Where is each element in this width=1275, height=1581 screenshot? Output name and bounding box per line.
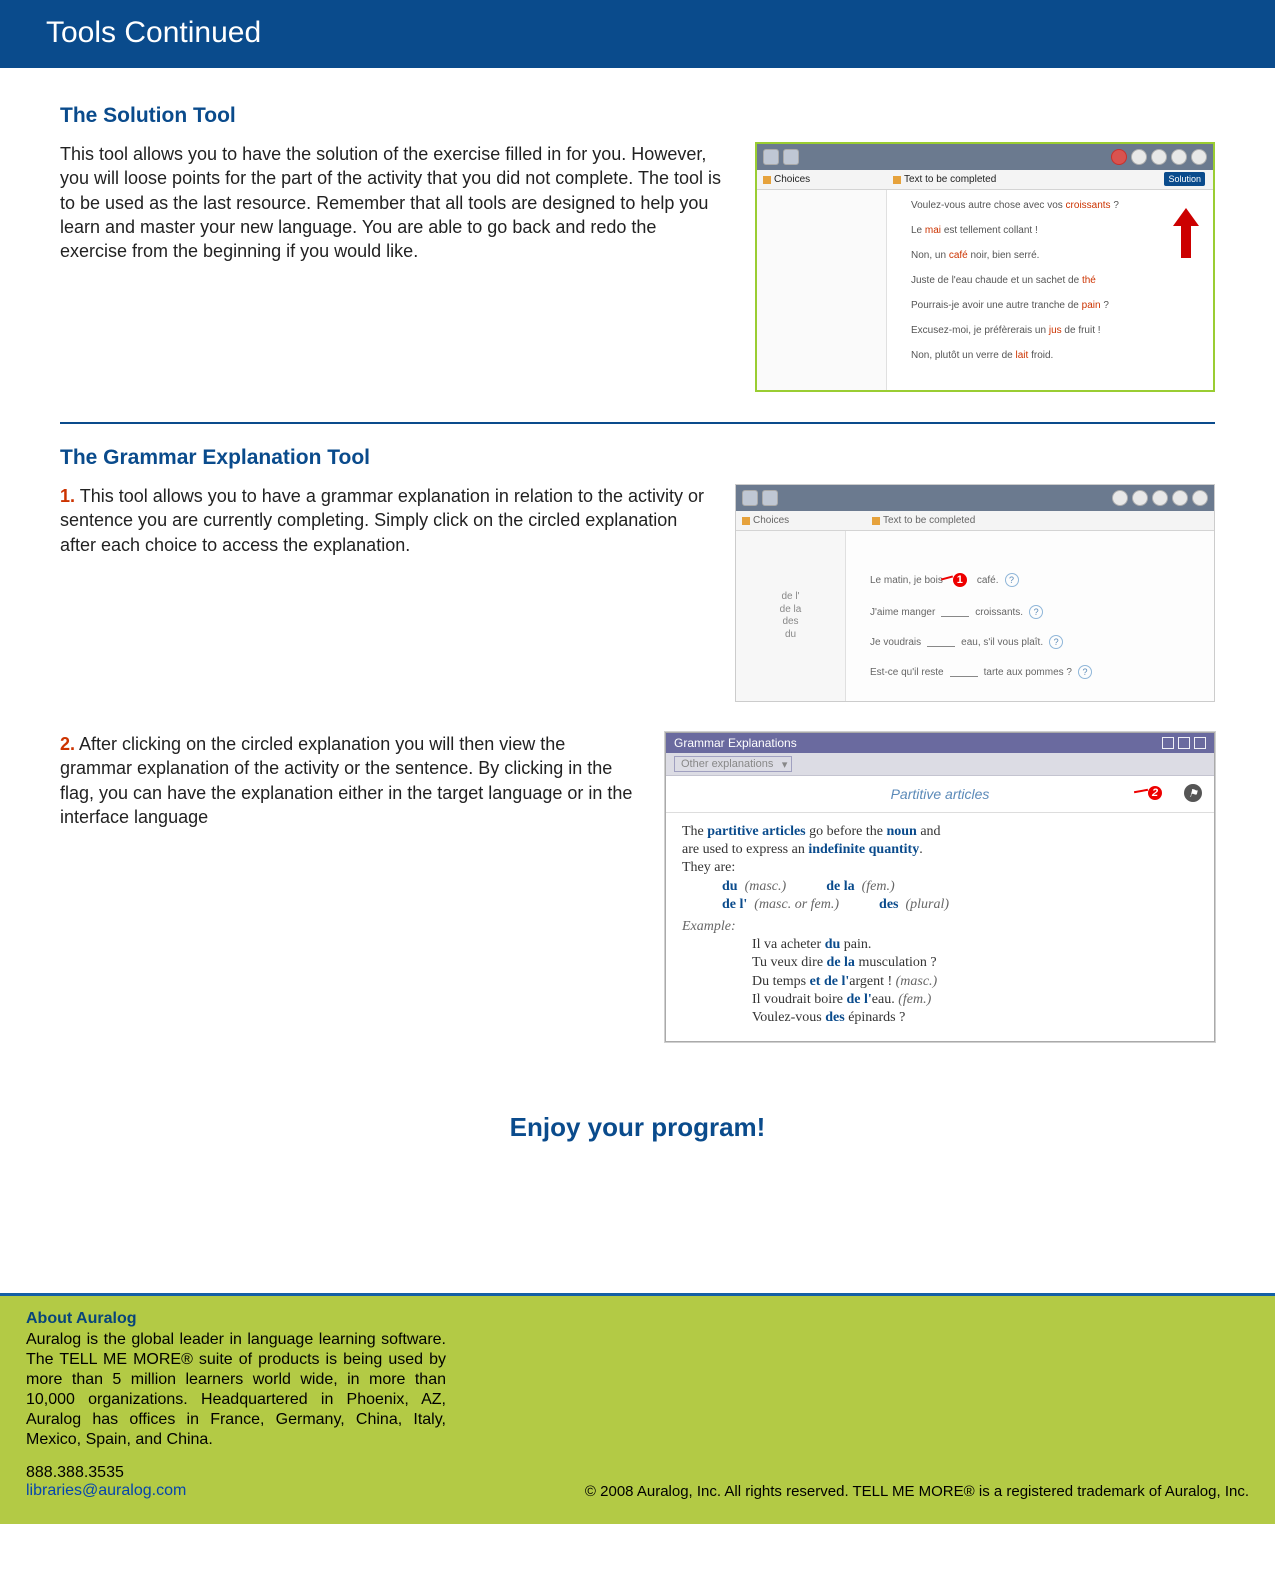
choice-option: des: [782, 616, 798, 629]
grammar-step1-text: 1. This tool allows you to have a gramma…: [60, 484, 705, 557]
choice-option: de l': [781, 591, 799, 604]
text-to-complete-label: Text to be completed: [904, 174, 996, 185]
contact-email-link[interactable]: libraries@auralog.com: [26, 1482, 186, 1499]
choices-panel: [757, 190, 887, 390]
window-titlebar: Grammar Explanations: [666, 733, 1214, 753]
main-content: The Solution Tool This tool allows you t…: [0, 68, 1275, 1143]
flag-icon: ⚑: [1184, 784, 1202, 802]
choices-label: Choices: [774, 174, 810, 185]
grammar-step2-text: 2. After clicking on the circled explana…: [60, 732, 635, 829]
callout-1-icon: 1: [951, 571, 969, 589]
step-number: 1.: [60, 486, 75, 506]
choice-option: de la: [780, 604, 802, 617]
choices-panel: de l' de la des du: [736, 531, 846, 701]
topbar-round-button: [1131, 149, 1147, 165]
window-button: [1162, 737, 1174, 749]
about-title: About Auralog: [26, 1310, 446, 1328]
step-number: 2.: [60, 734, 75, 754]
explanation-icon: ?: [1005, 573, 1019, 587]
topbar-button: [762, 490, 778, 506]
explanation-icon: ?: [1049, 635, 1063, 649]
app-topbar: [757, 144, 1213, 170]
section-heading-solution: The Solution Tool: [60, 104, 1215, 128]
solution-tooltip: Solution: [1164, 172, 1205, 186]
topbar-button: [783, 149, 799, 165]
topbar-button: [763, 149, 779, 165]
about-auralog: About Auralog Auralog is the global lead…: [26, 1310, 446, 1500]
section-solution-tool: The Solution Tool This tool allows you t…: [60, 104, 1215, 392]
window-button: [1178, 737, 1190, 749]
screenshot-solution-tool: Solution Choices Text to be completed Vo…: [755, 142, 1215, 392]
completed-text-panel: Voulez-vous autre chose avec vos croissa…: [887, 190, 1213, 390]
topbar-round-button: [1151, 149, 1167, 165]
page-footer: About Auralog Auralog is the global lead…: [0, 1296, 1275, 1524]
explanations-dropdown: Other explanations: [674, 756, 792, 772]
copyright-text: © 2008 Auralog, Inc. All rights reserved…: [476, 1483, 1249, 1500]
window-title: Grammar Explanations: [674, 736, 797, 750]
bullet-icon: [742, 517, 750, 525]
page-title: Tools Continued: [46, 16, 261, 49]
explanation-icon: ?: [1029, 605, 1043, 619]
explanation-subject: Partitive articles 2 ⚑: [666, 776, 1214, 813]
choices-label: Choices: [753, 515, 789, 526]
topbar-round-button: [1112, 490, 1128, 506]
window-toolbar: Other explanations: [666, 753, 1214, 776]
section-divider: [60, 422, 1215, 424]
contact-phone: 888.388.3535: [26, 1464, 446, 1482]
page-header: Tools Continued: [0, 0, 1275, 68]
solution-tool-body: This tool allows you to have the solutio…: [60, 142, 725, 263]
screenshot-grammar-explanation: Grammar Explanations Other explanations …: [665, 732, 1215, 1042]
section-grammar-tool: The Grammar Explanation Tool 1. This too…: [60, 446, 1215, 1042]
topbar-round-button: [1152, 490, 1168, 506]
up-arrow-icon: [1173, 208, 1199, 258]
app-topbar: [736, 485, 1214, 511]
screenshot-grammar-activity: Choices Text to be completed de l' de la…: [735, 484, 1215, 702]
explanation-icon: ?: [1078, 665, 1092, 679]
about-body: Auralog is the global leader in language…: [26, 1330, 446, 1450]
topbar-round-button: [1191, 149, 1207, 165]
choice-option: du: [785, 629, 796, 642]
closing-message: Enjoy your program!: [60, 1112, 1215, 1143]
topbar-round-button: [1172, 490, 1188, 506]
topbar-button: [742, 490, 758, 506]
bullet-icon: [893, 176, 901, 184]
contact-info: 888.388.3535 libraries@auralog.com: [26, 1464, 446, 1500]
topbar-round-button: [1192, 490, 1208, 506]
topbar-round-button: [1171, 149, 1187, 165]
bullet-icon: [763, 176, 771, 184]
callout-2-icon: 2: [1146, 784, 1164, 802]
window-button: [1194, 737, 1206, 749]
bullet-icon: [872, 517, 880, 525]
explanation-body: The partitive articles go before the nou…: [666, 813, 1214, 1041]
section-heading-grammar: The Grammar Explanation Tool: [60, 446, 1215, 470]
record-icon: [1111, 149, 1127, 165]
text-to-complete-label: Text to be completed: [883, 515, 975, 526]
fill-text-panel: Le matin, je bois 1 café. ? J'aime mange…: [846, 531, 1214, 701]
topbar-round-button: [1132, 490, 1148, 506]
